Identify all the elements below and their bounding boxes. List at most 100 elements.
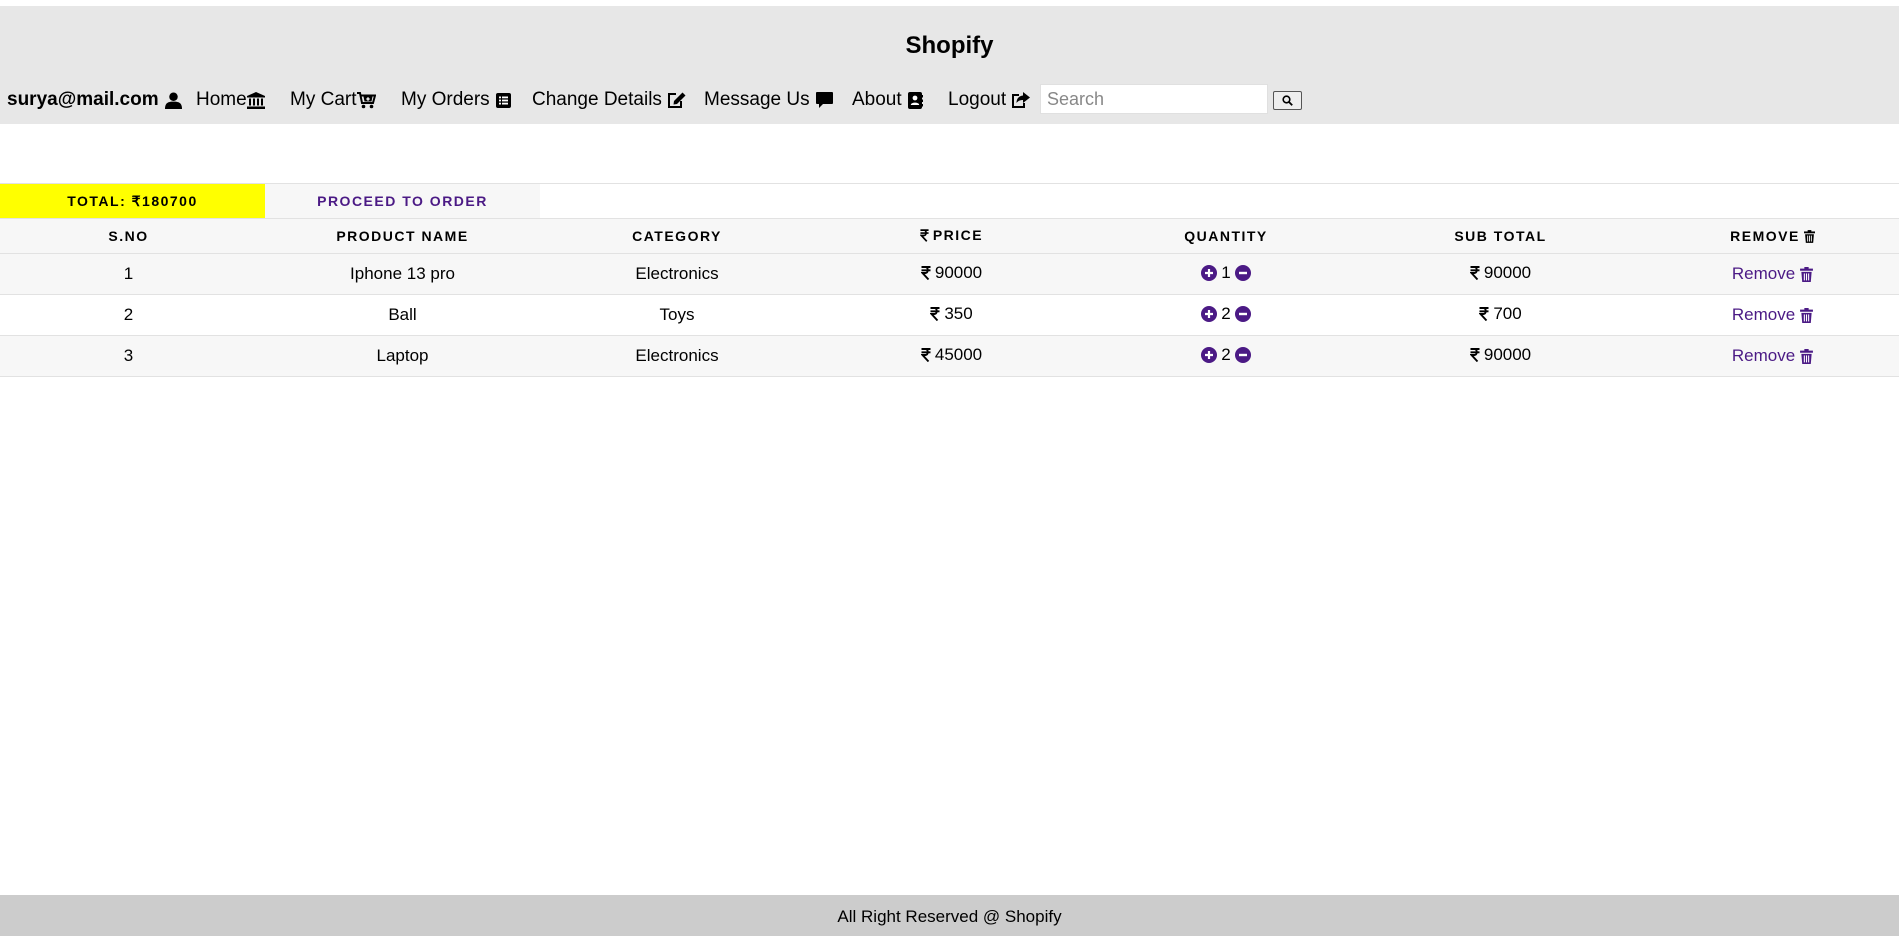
cell-product-name: Iphone 13 pro — [257, 253, 548, 295]
remove-item-link[interactable]: Remove — [1732, 346, 1813, 366]
nav-home-label: Home — [196, 89, 247, 110]
nav-message-us[interactable]: Message Us — [704, 82, 833, 118]
quantity-value: 2 — [1221, 303, 1231, 323]
cell-subtotal: 90000 — [1355, 253, 1646, 295]
header-price-label: PRICE — [932, 227, 984, 244]
nav-cart-label: My Cart — [290, 89, 357, 110]
header-category: CATEGORY — [548, 218, 806, 254]
cell-category: Toys — [548, 294, 806, 336]
nav-my-cart[interactable]: My Cart — [290, 82, 376, 118]
decrease-quantity-button[interactable] — [1234, 305, 1251, 322]
cart-table: S.NO PRODUCT NAME CATEGORY PRICE QUANTIT… — [0, 218, 1899, 377]
header-remove-label: REMOVE — [1730, 228, 1800, 244]
cart-plus-icon — [356, 91, 376, 108]
table-row: 3 Laptop Electronics 45000 2 90000 Remov… — [0, 335, 1899, 377]
plus-circle-icon — [1201, 305, 1218, 322]
price-value: 45000 — [934, 345, 983, 364]
rupee-icon — [1479, 307, 1489, 321]
cell-price: 90000 — [806, 253, 1097, 295]
rupee-icon — [920, 229, 929, 242]
remove-item-link[interactable]: Remove — [1732, 264, 1813, 284]
search-icon — [1282, 95, 1293, 106]
remove-label: Remove — [1731, 346, 1796, 365]
share-icon — [1012, 91, 1031, 108]
subtotal-value: 90000 — [1483, 345, 1532, 364]
footer: All Right Reserved @ Shopify — [0, 895, 1899, 936]
edit-icon — [667, 92, 686, 108]
subtotal-value: 700 — [1493, 304, 1522, 323]
rupee-icon — [1470, 266, 1480, 280]
increase-quantity-button[interactable] — [1201, 264, 1218, 281]
nav-logout[interactable]: Logout — [948, 82, 1031, 118]
cell-product-name: Laptop — [257, 335, 548, 377]
header-sno: S.NO — [0, 218, 257, 254]
brand-title: Shopify — [905, 32, 994, 59]
header-product-name: PRODUCT NAME — [257, 218, 548, 254]
cell-subtotal: 700 — [1355, 294, 1646, 336]
remove-item-link[interactable]: Remove — [1732, 305, 1813, 325]
rupee-icon — [921, 348, 931, 362]
subtotal-value: 90000 — [1483, 263, 1532, 282]
user-icon — [164, 92, 182, 109]
trash-icon — [1804, 230, 1815, 243]
nav-about[interactable]: About — [852, 82, 923, 118]
cell-remove: Remove — [1646, 294, 1899, 336]
nav-change-details-label: Change Details — [532, 89, 662, 110]
search-input[interactable] — [1040, 84, 1268, 114]
plus-circle-icon — [1201, 264, 1218, 281]
trash-icon — [1800, 349, 1813, 364]
cell-category: Electronics — [548, 253, 806, 295]
increase-quantity-button[interactable] — [1201, 346, 1218, 363]
nav-orders-label: My Orders — [401, 89, 490, 110]
table-row: 1 Iphone 13 pro Electronics 90000 1 9000… — [0, 253, 1899, 295]
cell-sno: 3 — [0, 335, 257, 377]
proceed-to-order-button[interactable]: PROCEED TO ORDER — [265, 184, 540, 218]
remove-label: Remove — [1731, 305, 1796, 324]
increase-quantity-button[interactable] — [1201, 305, 1218, 322]
nav-change-details[interactable]: Change Details — [532, 82, 686, 118]
cell-subtotal: 90000 — [1355, 335, 1646, 377]
plus-circle-icon — [1201, 346, 1218, 363]
nav-about-label: About — [852, 89, 902, 110]
decrease-quantity-button[interactable] — [1234, 346, 1251, 363]
cell-quantity: 2 — [1097, 294, 1355, 336]
cell-remove: Remove — [1646, 335, 1899, 377]
nav-my-orders[interactable]: My Orders — [401, 82, 511, 118]
header-subtotal: SUB TOTAL — [1355, 218, 1646, 254]
nav-home[interactable]: Home — [196, 82, 265, 118]
bank-icon — [246, 91, 265, 109]
header-remove: REMOVE — [1646, 218, 1899, 254]
rupee-icon — [930, 307, 940, 321]
list-icon — [495, 92, 511, 108]
cell-sno: 1 — [0, 253, 257, 295]
nav-logout-label: Logout — [948, 89, 1007, 110]
cell-quantity: 2 — [1097, 335, 1355, 377]
address-book-icon — [907, 91, 923, 109]
minus-circle-icon — [1234, 264, 1251, 281]
cell-sno: 2 — [0, 294, 257, 336]
remove-label: Remove — [1731, 264, 1796, 283]
table-header-row: S.NO PRODUCT NAME CATEGORY PRICE QUANTIT… — [0, 218, 1899, 254]
nav-user[interactable]: surya@mail.com — [7, 82, 182, 118]
trash-icon — [1800, 308, 1813, 323]
header-quantity: QUANTITY — [1097, 218, 1355, 254]
search-button[interactable] — [1273, 91, 1302, 110]
cell-remove: Remove — [1646, 253, 1899, 295]
minus-circle-icon — [1234, 305, 1251, 322]
cell-product-name: Ball — [257, 294, 548, 336]
nav-user-label: surya@mail.com — [7, 89, 159, 110]
cart-total: TOTAL: ₹180700 — [0, 184, 265, 218]
comment-icon — [815, 92, 833, 108]
footer-text: All Right Reserved @ Shopify — [837, 906, 1062, 926]
decrease-quantity-button[interactable] — [1234, 264, 1251, 281]
quantity-value: 1 — [1221, 262, 1231, 282]
cell-price: 350 — [806, 294, 1097, 336]
quantity-value: 2 — [1221, 344, 1231, 364]
header-price: PRICE — [806, 218, 1097, 254]
trash-icon — [1800, 267, 1813, 282]
cell-price: 45000 — [806, 335, 1097, 377]
table-row: 2 Ball Toys 350 2 700 Remove — [0, 294, 1899, 336]
minus-circle-icon — [1234, 346, 1251, 363]
cell-category: Electronics — [548, 335, 806, 377]
rupee-icon — [1470, 348, 1480, 362]
